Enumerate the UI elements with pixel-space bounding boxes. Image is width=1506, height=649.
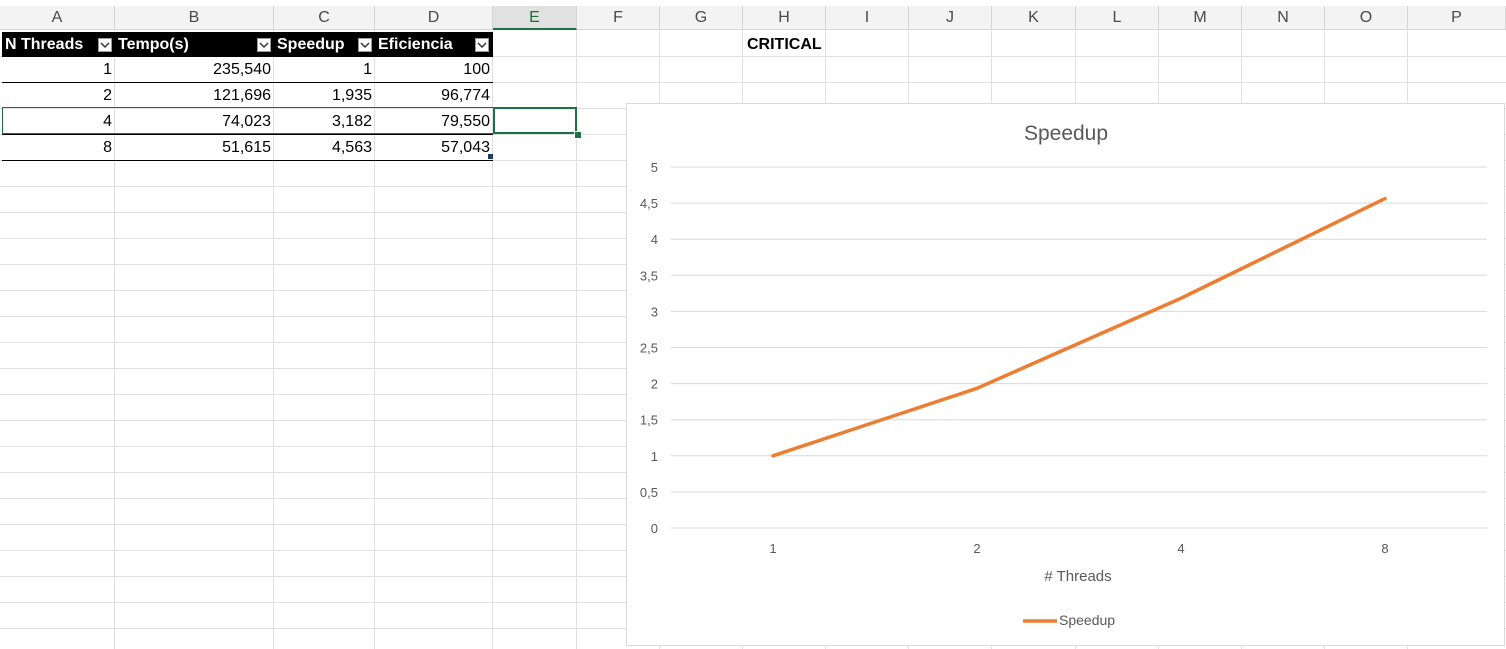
column-header-m[interactable]: M — [1159, 6, 1242, 30]
column-header-g[interactable]: G — [660, 6, 743, 30]
table-header-tempo[interactable]: Tempo(s) — [115, 32, 274, 57]
x-tick-label: 1 — [769, 541, 776, 556]
table-header-speedup[interactable]: Speedup — [274, 32, 375, 57]
column-header-h[interactable]: H — [743, 6, 826, 30]
x-tick-label: 2 — [973, 541, 980, 556]
cell-a2[interactable]: 1 — [2, 57, 115, 82]
x-axis-label: # Threads — [1044, 568, 1111, 585]
column-header-c[interactable]: C — [274, 6, 375, 30]
table-bottom-border — [2, 160, 493, 161]
y-tick-label: 4 — [651, 232, 658, 247]
column-header-n[interactable]: N — [1242, 6, 1325, 30]
column-header-e[interactable]: E — [493, 6, 577, 30]
column-header-p[interactable]: P — [1408, 6, 1506, 30]
cell-a5[interactable]: 8 — [2, 135, 115, 160]
filter-dropdown-icon[interactable] — [475, 38, 489, 52]
column-header-f[interactable]: F — [577, 6, 660, 30]
column-header-d[interactable]: D — [375, 6, 493, 30]
table-header-eficiencia[interactable]: Eficiencia — [375, 32, 493, 57]
table-row-divider — [2, 82, 493, 83]
cell-d2[interactable]: 100 — [375, 57, 493, 82]
table-header-n-threads[interactable]: N Threads — [2, 32, 115, 57]
column-header-b[interactable]: B — [115, 6, 274, 30]
y-tick-label: 0 — [651, 521, 658, 536]
x-axis-tick-labels: 1 2 4 8 — [769, 541, 1388, 556]
column-header-k[interactable]: K — [992, 6, 1076, 30]
cell-c2[interactable]: 1 — [274, 57, 375, 82]
x-tick-label: 8 — [1381, 541, 1388, 556]
chart-speedup[interactable]: Speedup 0 0,5 1 1,5 2 2,5 3 3,5 4 4,5 5 1 2 4 8 # Thr… — [626, 103, 1505, 646]
filter-dropdown-icon[interactable] — [98, 38, 112, 52]
cell-b2[interactable]: 235,540 — [115, 57, 274, 82]
header-label: Tempo(s) — [118, 36, 189, 53]
y-tick-label: 0,5 — [640, 485, 658, 500]
active-row-outline — [2, 107, 493, 134]
chart-canvas: Speedup 0 0,5 1 1,5 2 2,5 3 3,5 4 4,5 5 1 2 4 8 # Thr… — [640, 122, 1487, 628]
series-layer — [771, 196, 1387, 458]
column-header-j[interactable]: J — [909, 6, 992, 30]
y-axis-tick-labels: 0 0,5 1 1,5 2 2,5 3 3,5 4 4,5 5 — [640, 160, 658, 536]
y-tick-label: 3,5 — [640, 268, 658, 283]
series-line-speedup — [771, 196, 1387, 458]
fill-handle[interactable] — [574, 131, 582, 139]
active-cell-e4[interactable] — [493, 107, 577, 134]
x-tick-label: 4 — [1177, 541, 1184, 556]
cell-d3[interactable]: 96,774 — [375, 83, 493, 108]
header-label: Speedup — [277, 36, 345, 53]
y-tick-label: 5 — [651, 160, 658, 175]
column-header-o[interactable]: O — [1325, 6, 1408, 30]
cell-a3[interactable]: 2 — [2, 83, 115, 108]
y-tick-label: 1,5 — [640, 413, 658, 428]
cell-b5[interactable]: 51,615 — [115, 135, 274, 160]
header-label: N Threads — [5, 36, 84, 53]
y-gridlines — [671, 166, 1487, 529]
column-header-a[interactable]: A — [0, 6, 115, 30]
cell-h1-critical[interactable]: CRITICAL — [747, 32, 822, 57]
y-tick-label: 1 — [651, 449, 658, 464]
cell-d5[interactable]: 57,043 — [375, 135, 493, 160]
column-header-i[interactable]: I — [826, 6, 909, 30]
y-tick-label: 2 — [651, 377, 658, 392]
y-tick-label: 2,5 — [640, 341, 658, 356]
cell-c3[interactable]: 1,935 — [274, 83, 375, 108]
filter-dropdown-icon[interactable] — [257, 38, 271, 52]
cell-b3[interactable]: 121,696 — [115, 83, 274, 108]
column-header-l[interactable]: L — [1076, 6, 1159, 30]
table-row-divider — [2, 134, 493, 135]
legend-label: Speedup — [1059, 612, 1115, 628]
column-header-row: ABCDEFGHIJKLMNOP — [0, 6, 1506, 31]
header-label: Eficiencia — [378, 36, 453, 53]
cell-c5[interactable]: 4,563 — [274, 135, 375, 160]
chart-title: Speedup — [1024, 122, 1108, 145]
filter-dropdown-icon[interactable] — [358, 38, 372, 52]
table-resize-handle[interactable] — [488, 154, 493, 159]
y-tick-label: 4,5 — [640, 196, 658, 211]
spreadsheet[interactable]: ABCDEFGHIJKLMNOP N Threads Tempo(s) Spee… — [0, 0, 1506, 649]
y-tick-label: 3 — [651, 304, 658, 319]
